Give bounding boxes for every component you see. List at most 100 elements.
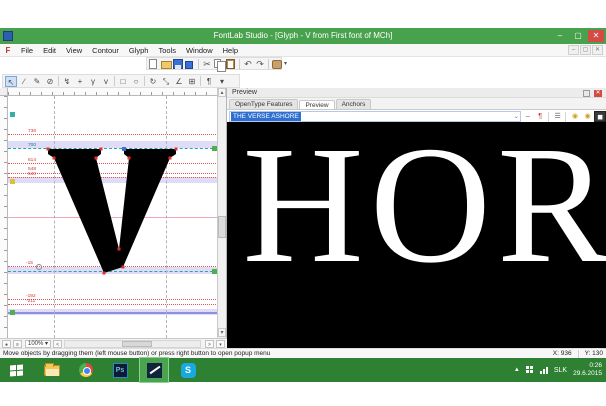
antialias-button[interactable]: ◉	[569, 111, 581, 122]
pencil-tool[interactable]: ✎	[31, 76, 43, 87]
save-all-icon[interactable]	[185, 61, 193, 69]
hidden-icons-icon[interactable]: ▲	[514, 367, 520, 373]
undo-icon[interactable]: ↶	[243, 59, 253, 69]
standard-toolbar: ✂ ↶ ↷ ▾	[146, 57, 282, 70]
lock-icon[interactable]: ●	[2, 340, 11, 348]
preview-close-icon[interactable]: ✕	[594, 90, 602, 97]
scroll-right-icon[interactable]: >	[205, 340, 214, 348]
add-curve-tool[interactable]: γ	[87, 76, 99, 87]
scroll-down-icon[interactable]: ▾	[218, 328, 226, 337]
rotate-tool[interactable]: ↻	[147, 76, 159, 87]
start-button[interactable]	[0, 358, 32, 382]
glyph-outline-V[interactable]	[8, 96, 218, 338]
options-dropdown-icon[interactable]: ▾	[216, 76, 228, 87]
add-tangent-tool[interactable]: v	[100, 76, 112, 87]
maximize-button[interactable]: ▢	[570, 30, 586, 42]
open-folder-icon[interactable]	[161, 61, 172, 69]
preview-toolbar-row: THE VERSE ASHORE ⌄ – ¶ ☰ ◉ ◉ ◼	[227, 109, 606, 123]
new-document-icon[interactable]	[149, 59, 157, 69]
zoom-level-dropdown[interactable]: 100% ▾	[25, 340, 51, 348]
horizontal-scroll-thumb[interactable]	[122, 341, 152, 347]
selected-node	[122, 147, 126, 151]
taskbar: Ps S ▲ SLK 0:26 29.6.2015	[0, 358, 606, 382]
glyph-editor-window: 736 700 614 548 540 -15 -192 -211	[0, 88, 227, 348]
minus-button[interactable]: –	[522, 111, 534, 122]
slant-tool[interactable]: ∠	[173, 76, 185, 87]
smooth-button[interactable]: ◉	[582, 111, 594, 122]
editor-horizontal-scrollbar[interactable]	[64, 340, 201, 348]
network-icon[interactable]	[540, 366, 548, 374]
preview-panel-header[interactable]: Preview ✕	[227, 88, 606, 98]
tab-opentype-features[interactable]: OpenType Features	[229, 99, 298, 109]
editor-extra-dropdown-icon[interactable]: ▾	[216, 340, 225, 348]
taskbar-fontlab[interactable]	[140, 358, 168, 382]
scroll-up-icon[interactable]: ▴	[218, 88, 226, 97]
mask-tool[interactable]: ¶	[203, 76, 215, 87]
close-button[interactable]: ✕	[588, 30, 604, 42]
features-button[interactable]: ¶	[534, 111, 546, 122]
menu-glyph[interactable]: Glyph	[124, 46, 154, 55]
statusbar: Move objects by dragging them (left mous…	[0, 348, 606, 358]
mdi-minimize-button[interactable]: –	[568, 45, 579, 55]
menu-view[interactable]: View	[61, 46, 87, 55]
window-title: FontLab Studio - [Glyph - V from First f…	[0, 28, 606, 44]
cut-icon[interactable]: ✂	[202, 59, 212, 69]
knife-tool[interactable]: ⊘	[44, 76, 56, 87]
redo-icon[interactable]: ↷	[255, 59, 265, 69]
combo-dropdown-icon[interactable]: ⌄	[514, 113, 519, 120]
ellipse-tool[interactable]: ○	[130, 76, 142, 87]
paste-icon[interactable]	[226, 59, 235, 69]
select-tool[interactable]: ↖	[5, 76, 17, 87]
menu-tools[interactable]: Tools	[153, 46, 181, 55]
taskbar-file-explorer[interactable]	[38, 358, 66, 382]
eraser-tool[interactable]: ∕	[18, 76, 30, 87]
vertical-scroll-thumb[interactable]	[218, 216, 226, 238]
vertical-ruler[interactable]	[0, 96, 8, 338]
tray-time: 0:26	[573, 362, 602, 370]
layers-icon[interactable]: ≡	[13, 340, 22, 348]
preview-panel-title: Preview	[232, 89, 257, 96]
clock[interactable]: 0:26 29.6.2015	[573, 362, 602, 379]
metro-icon[interactable]	[526, 366, 534, 374]
sample-text-combobox[interactable]: THE VERSE ASHORE ⌄	[229, 111, 521, 122]
scale-tool[interactable]: ⤡	[160, 76, 172, 87]
preview-sample-text: SHORE	[227, 122, 606, 289]
tab-anchors[interactable]: Anchors	[336, 99, 372, 109]
glyph-window-icon[interactable]: F	[4, 46, 12, 55]
mdi-restore-button[interactable]: ▢	[580, 45, 591, 55]
vectorpaint-icon[interactable]	[272, 60, 282, 69]
windows-logo-icon	[10, 364, 23, 376]
menu-window[interactable]: Window	[181, 46, 218, 55]
fontlab-icon	[147, 363, 162, 378]
scroll-left-icon[interactable]: <	[53, 340, 62, 348]
list-view-button[interactable]: ☰	[552, 111, 564, 122]
rectangle-tool[interactable]: □	[117, 76, 129, 87]
pin-icon[interactable]	[583, 90, 590, 97]
transform-tool[interactable]: ⊞	[186, 76, 198, 87]
preview-render-area[interactable]: SHORE	[227, 122, 606, 348]
copy-icon[interactable]	[214, 59, 221, 68]
meter-tool[interactable]: ↯	[61, 76, 73, 87]
menu-file[interactable]: File	[16, 46, 38, 55]
chrome-icon	[79, 363, 93, 377]
toolbar-dropdown-icon[interactable]: ▾	[284, 58, 287, 70]
invert-colors-button[interactable]: ◼	[594, 111, 606, 122]
save-icon[interactable]	[173, 59, 183, 69]
add-corner-tool[interactable]: +	[74, 76, 86, 87]
glyph-canvas[interactable]: 736 700 614 548 540 -15 -192 -211	[8, 96, 218, 338]
horizontal-ruler[interactable]	[8, 88, 218, 96]
taskbar-photoshop[interactable]: Ps	[106, 358, 134, 382]
editor-vertical-scrollbar[interactable]: ▴ ▾	[217, 88, 226, 338]
menu-help[interactable]: Help	[218, 46, 243, 55]
taskbar-chrome[interactable]	[72, 358, 100, 382]
tray-date: 29.6.2015	[573, 370, 602, 378]
language-indicator[interactable]: SLK	[554, 367, 567, 374]
menu-contour[interactable]: Contour	[87, 46, 124, 55]
preview-panel: Preview ✕ OpenType Features Preview Anch…	[227, 88, 606, 348]
taskbar-skype[interactable]: S	[174, 358, 202, 382]
ruler-corner	[0, 88, 8, 96]
sample-text-value[interactable]: THE VERSE ASHORE	[231, 112, 301, 121]
menu-edit[interactable]: Edit	[38, 46, 61, 55]
mdi-close-button[interactable]: ✕	[592, 45, 603, 55]
minimize-button[interactable]: –	[552, 30, 568, 42]
